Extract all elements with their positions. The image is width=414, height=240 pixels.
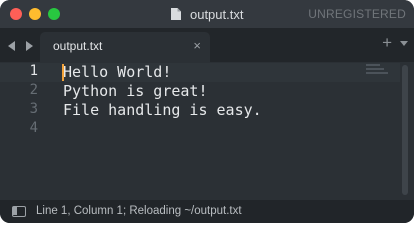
line-number: 4 — [29, 120, 38, 136]
minimap-line — [366, 68, 384, 70]
unregistered-label: UNREGISTERED — [308, 7, 406, 21]
tab-menu-chevron-down-icon[interactable] — [400, 41, 408, 46]
tab-close-icon[interactable]: × — [193, 38, 201, 53]
panel-toggle-icon[interactable] — [12, 206, 26, 217]
title-bar: output.txt UNREGISTERED — [0, 0, 414, 28]
line-number: 2 — [29, 82, 38, 98]
code-line: File handling is easy. — [63, 101, 262, 119]
document-icon — [170, 8, 181, 20]
line-number: 1 — [29, 63, 38, 79]
tab-label: output.txt — [53, 39, 103, 53]
code-line: Python is great! — [63, 82, 208, 100]
window-title: output.txt — [189, 7, 244, 22]
tab-output-txt[interactable]: output.txt × — [40, 32, 210, 62]
status-text: Line 1, Column 1; Reloading ~/output.txt — [36, 205, 242, 217]
tab-nav-left-icon[interactable] — [8, 41, 15, 51]
minimap[interactable] — [366, 64, 388, 78]
vertical-scrollbar[interactable] — [402, 65, 408, 195]
minimap-line — [366, 72, 388, 74]
tab-nav-right-icon[interactable] — [26, 41, 34, 51]
line-number: 3 — [29, 101, 38, 117]
tab-bar: output.txt × + — [0, 28, 414, 62]
minimap-line — [366, 64, 380, 66]
current-line-highlight — [0, 63, 400, 82]
new-tab-icon[interactable]: + — [382, 33, 392, 53]
editor-area[interactable]: 1 2 3 4 Hello World! Python is great! Fi… — [0, 62, 414, 200]
line-number-gutter: 1 2 3 4 — [0, 62, 46, 200]
tab-nav-arrows — [8, 38, 40, 56]
editor-window: output.txt UNREGISTERED output.txt × + 1… — [0, 0, 414, 223]
status-bar: Line 1, Column 1; Reloading ~/output.txt — [0, 200, 414, 223]
code-line: Hello World! — [63, 63, 172, 81]
